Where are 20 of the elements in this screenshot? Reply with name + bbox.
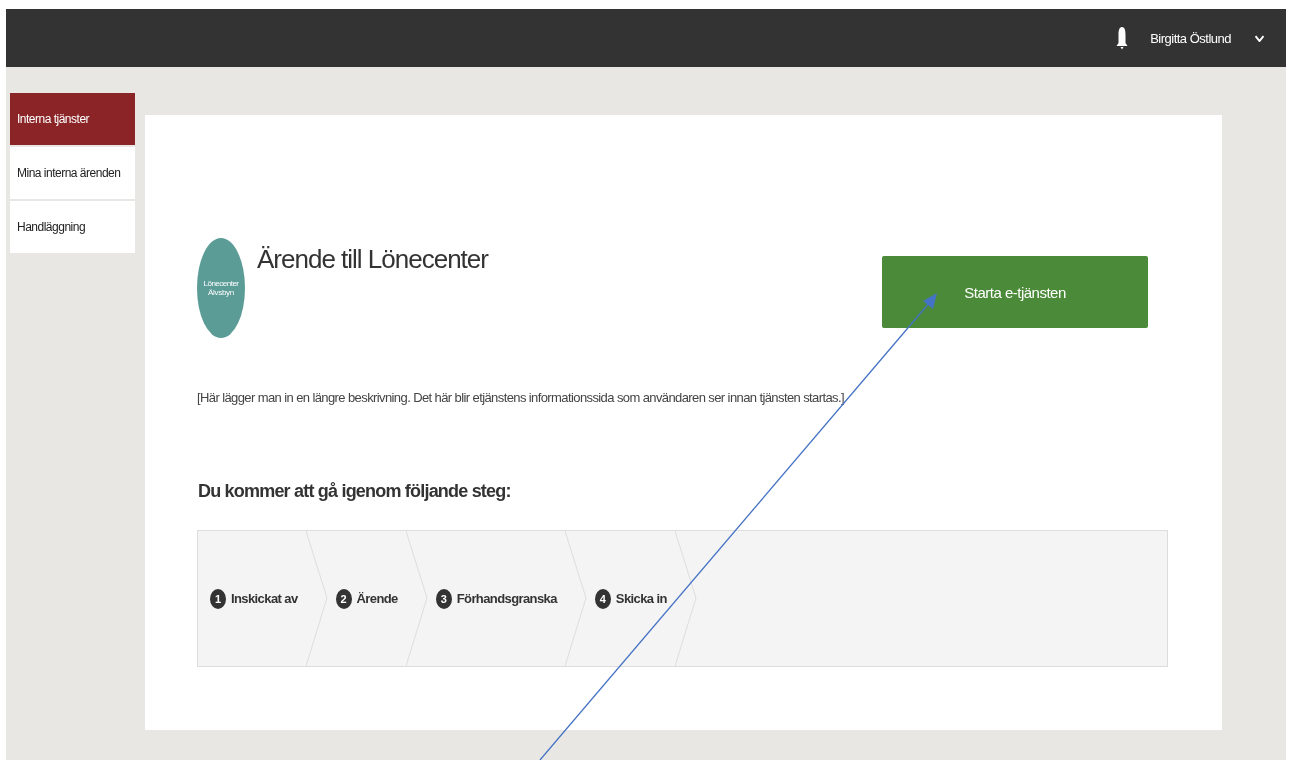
step-label: Skicka in [615,591,667,606]
bell-icon[interactable] [1116,26,1129,50]
logo-place: Älvsbyn [208,288,234,297]
user-menu[interactable]: Birgitta Östlund [1146,26,1235,50]
chevron-down-icon[interactable] [1255,34,1264,42]
step-label: Förhandsgranska [456,591,557,606]
step-number: 3 [435,588,452,609]
step-number: 4 [594,588,611,609]
step-number: 1 [210,588,226,609]
start-button[interactable]: Starta e-tjänsten [882,256,1148,328]
service-title: Ärende till Lönecenter [257,244,490,275]
sidebar-item[interactable]: Mina interna ärenden [10,147,135,199]
logo-name: Lönecenter [203,279,239,288]
sidebar-item[interactable]: Interna tjänster [10,93,135,145]
step-number: 2 [335,588,352,609]
service-description: [Här lägger man in en längre beskrivning. Det här blir etjänstens informationssida som användaren ser innan tjänsten startas.] [197,390,845,405]
steps-heading: Du kommer att gå igenom följande steg: [198,481,512,502]
step-label: Inskickat av [231,591,298,606]
step-label: Ärende [356,591,398,606]
sidebar-item[interactable]: Handläggning [10,201,135,253]
